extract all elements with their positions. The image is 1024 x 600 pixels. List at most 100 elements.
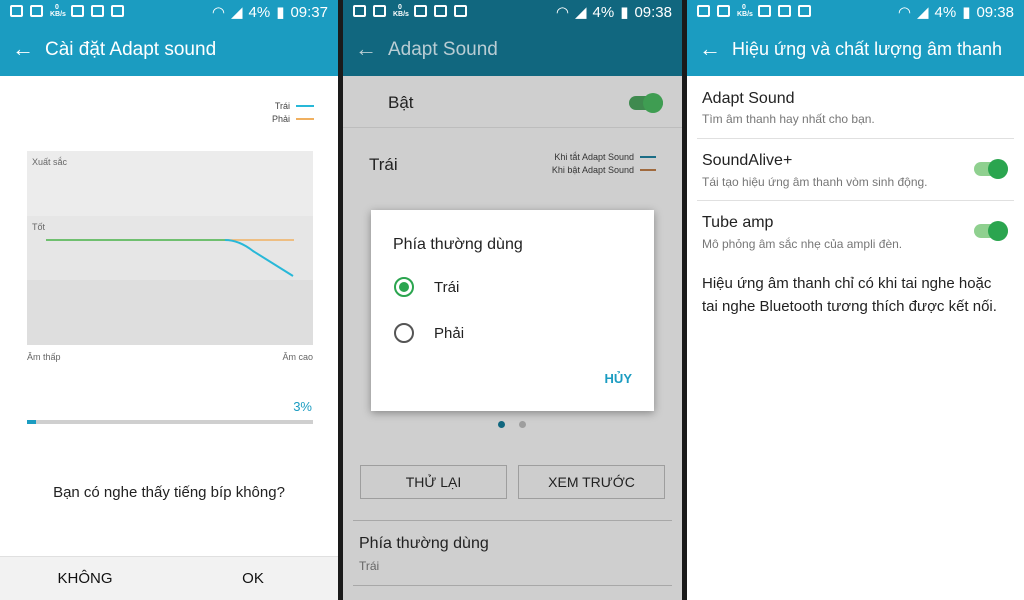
progress-fill bbox=[27, 420, 36, 424]
notification-icon bbox=[373, 5, 386, 17]
progress-bar bbox=[27, 420, 313, 424]
legend-swatch-on bbox=[640, 169, 656, 171]
toolbar: ← Adapt Sound bbox=[343, 24, 682, 76]
sound-effects-note: Hiệu ứng âm thanh chỉ có khi tai nghe ho… bbox=[702, 275, 997, 315]
no-button[interactable]: KHÔNG bbox=[25, 570, 145, 587]
retry-button[interactable]: THỬ LẠI bbox=[360, 465, 507, 499]
legend-swatch-left bbox=[296, 105, 314, 107]
legend-off: Khi tắt Adapt Sound bbox=[554, 152, 656, 162]
axis-high: Âm cao bbox=[282, 352, 313, 362]
battery-percent: 4% bbox=[934, 3, 957, 21]
item-title: Tube amp bbox=[702, 214, 774, 231]
curve-left bbox=[46, 239, 294, 277]
wifi-icon: ◠ bbox=[211, 4, 225, 21]
mail-icon bbox=[434, 5, 447, 17]
toolbar: ← Cài đặt Adapt sound bbox=[0, 24, 338, 76]
cancel-button[interactable]: HỦY bbox=[605, 371, 632, 386]
ok-button[interactable]: OK bbox=[193, 570, 313, 587]
item-subtitle: Tìm âm thanh hay nhất cho bạn. bbox=[702, 112, 875, 126]
screen-adapt-sound-setup: 0 KB/s ◠ ◢ 4% ▮ 09:37 ← Cài đặt Adapt sou… bbox=[0, 0, 338, 600]
legend-right: Phải bbox=[272, 114, 314, 124]
battery-percent: 4% bbox=[592, 3, 615, 21]
divider bbox=[353, 520, 672, 521]
option-right-label[interactable]: Phải bbox=[434, 325, 464, 342]
notification-icon bbox=[30, 5, 43, 17]
master-toggle[interactable] bbox=[629, 93, 663, 113]
battery-charging-icon: ▮ bbox=[962, 4, 971, 21]
signal-icon: ◢ bbox=[574, 4, 587, 21]
clock: 09:38 bbox=[634, 3, 672, 21]
screen-sound-effects: 0 KB/s ◠ ◢ 4% ▮ 09:38 ← Hiệu ứng và chất … bbox=[687, 0, 1024, 600]
page-indicator bbox=[498, 421, 526, 428]
notification-icon bbox=[10, 5, 23, 17]
divider bbox=[353, 585, 672, 586]
legend-swatch-off bbox=[640, 156, 656, 158]
item-title: Adapt Sound bbox=[702, 90, 795, 107]
master-switch-row[interactable]: Bật bbox=[343, 76, 682, 128]
page-dot[interactable] bbox=[519, 421, 526, 428]
battery-charging-icon: ▮ bbox=[620, 4, 629, 21]
side-setting-value: Trái bbox=[359, 559, 380, 573]
notification-icon bbox=[717, 5, 730, 17]
back-arrow-icon[interactable]: ← bbox=[12, 36, 34, 62]
radio-left[interactable] bbox=[394, 277, 414, 297]
battery-charging-icon: ▮ bbox=[276, 4, 285, 21]
hearing-graph: Xuất sắc Tốt bbox=[27, 151, 313, 345]
bottom-action-bar: KHÔNG OK bbox=[0, 556, 338, 600]
page-title: Hiệu ứng và chất lượng âm thanh bbox=[732, 39, 1003, 59]
status-bar: 0 KB/s ◠ ◢ 4% ▮ 09:37 bbox=[0, 0, 338, 24]
image-icon bbox=[414, 5, 427, 17]
soundalive-toggle[interactable] bbox=[974, 159, 1008, 179]
signal-icon: ◢ bbox=[916, 4, 929, 21]
soundalive-item[interactable]: SoundAlive+ Tái tạo hiệu ứng âm thanh vò… bbox=[687, 138, 1024, 200]
notification-icon bbox=[697, 5, 710, 17]
graph-curves bbox=[46, 239, 294, 277]
status-bar: 0 KB/s ◠ ◢ 4% ▮ 09:38 bbox=[343, 0, 682, 24]
status-bar: 0 KB/s ◠ ◢ 4% ▮ 09:38 bbox=[687, 0, 1024, 24]
on-label: Bật bbox=[388, 93, 414, 112]
item-subtitle: Tái tạo hiệu ứng âm thanh vòm sinh động. bbox=[702, 175, 928, 189]
legend-left: Trái bbox=[275, 101, 314, 111]
wifi-icon: ◠ bbox=[555, 4, 569, 21]
beep-question: Bạn có nghe thấy tiếng bíp không? bbox=[53, 484, 285, 501]
mail-icon bbox=[778, 5, 791, 17]
bag-icon bbox=[454, 5, 467, 17]
toggle-knob bbox=[988, 159, 1008, 179]
image-icon bbox=[758, 5, 771, 17]
side-select-dialog: Phía thường dùng Trái Phải HỦY bbox=[371, 210, 654, 411]
notification-icon bbox=[353, 5, 366, 17]
adapt-sound-item[interactable]: Adapt Sound Tìm âm thanh hay nhất cho bạ… bbox=[687, 76, 1024, 138]
option-left-label[interactable]: Trái bbox=[434, 279, 459, 296]
toolbar: ← Hiệu ứng và chất lượng âm thanh bbox=[687, 24, 1024, 76]
screen-adapt-sound: 0 KB/s ◠ ◢ 4% ▮ 09:38 ← Adapt Sound Bật T… bbox=[343, 0, 682, 600]
item-title: SoundAlive+ bbox=[702, 152, 793, 169]
legend-swatch-right bbox=[296, 118, 314, 120]
mail-icon bbox=[91, 5, 104, 17]
back-arrow-icon[interactable]: ← bbox=[355, 36, 377, 62]
bag-icon bbox=[111, 5, 124, 17]
battery-percent: 4% bbox=[248, 3, 271, 21]
side-setting-title[interactable]: Phía thường dùng bbox=[359, 535, 489, 553]
network-speed: 0 KB/s bbox=[393, 4, 409, 18]
signal-icon: ◢ bbox=[230, 4, 243, 21]
clock: 09:37 bbox=[290, 3, 328, 21]
toggle-knob bbox=[643, 93, 663, 113]
item-subtitle: Mô phỏng âm sắc nhẹ của ampli đèn. bbox=[702, 237, 903, 251]
tube-amp-item[interactable]: Tube amp Mô phỏng âm sắc nhẹ của ampli đ… bbox=[687, 200, 1024, 262]
back-arrow-icon[interactable]: ← bbox=[699, 36, 721, 62]
channel-label: Trái bbox=[369, 155, 398, 174]
wifi-icon: ◠ bbox=[897, 4, 911, 21]
network-speed: 0 KB/s bbox=[737, 4, 753, 18]
network-speed: 0 KB/s bbox=[50, 4, 66, 18]
page-dot-active[interactable] bbox=[498, 421, 505, 428]
toggle-knob bbox=[988, 221, 1008, 241]
clock: 09:38 bbox=[976, 3, 1014, 21]
bag-icon bbox=[798, 5, 811, 17]
preview-button[interactable]: XEM TRƯỚC bbox=[518, 465, 665, 499]
radio-right[interactable] bbox=[394, 323, 414, 343]
tube-amp-toggle[interactable] bbox=[974, 221, 1008, 241]
axis-low: Âm thấp bbox=[27, 352, 61, 362]
legend-on: Khi bật Adapt Sound bbox=[552, 165, 656, 175]
dialog-title: Phía thường dùng bbox=[393, 236, 523, 253]
page-title: Cài đặt Adapt sound bbox=[45, 39, 217, 60]
